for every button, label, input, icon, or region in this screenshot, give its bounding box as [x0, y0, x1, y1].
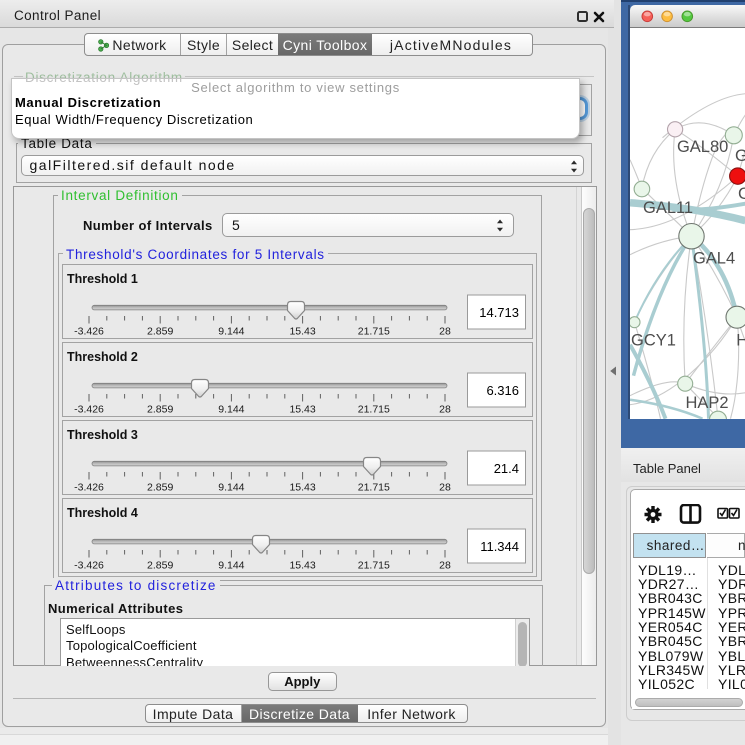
svg-text:GAL4: GAL4 [692, 250, 734, 268]
svg-text:9.144: 9.144 [218, 325, 244, 337]
svg-text:9.144: 9.144 [218, 482, 244, 494]
svg-text:CY: CY [737, 185, 745, 203]
svg-text:GAL: GAL [734, 147, 745, 165]
svg-text:-3.426: -3.426 [74, 482, 104, 494]
svg-text:2.859: 2.859 [147, 482, 173, 494]
svg-text:Threshold 2: Threshold 2 [67, 350, 138, 364]
svg-text:-3.426: -3.426 [74, 403, 104, 415]
svg-text:-3.426: -3.426 [74, 560, 104, 572]
svg-text:GCY1: GCY1 [631, 332, 676, 350]
svg-text:28: 28 [439, 482, 451, 494]
svg-text:GAL80: GAL80 [677, 138, 728, 156]
svg-text:28: 28 [439, 403, 451, 415]
svg-text:9.144: 9.144 [218, 560, 244, 572]
svg-text:HAP2: HAP2 [685, 394, 728, 412]
svg-text:21.715: 21.715 [358, 325, 390, 337]
svg-text:28: 28 [439, 325, 451, 337]
svg-text:14.713: 14.713 [479, 305, 519, 320]
svg-text:21.715: 21.715 [358, 560, 390, 572]
svg-text:HA: HA [736, 332, 745, 350]
svg-text:15.43: 15.43 [289, 403, 315, 415]
svg-text:GAL11: GAL11 [643, 199, 693, 217]
svg-text:2.859: 2.859 [147, 325, 173, 337]
svg-text:11.344: 11.344 [480, 539, 519, 554]
svg-text:21.715: 21.715 [358, 482, 390, 494]
svg-text:2.859: 2.859 [147, 560, 173, 572]
svg-text:Threshold 3: Threshold 3 [67, 428, 138, 442]
svg-text:-3.426: -3.426 [74, 325, 104, 337]
svg-text:2.859: 2.859 [147, 403, 173, 415]
svg-text:6.316: 6.316 [486, 383, 519, 398]
svg-text:15.43: 15.43 [289, 482, 315, 494]
svg-text:Threshold 4: Threshold 4 [67, 506, 138, 520]
svg-text:28: 28 [439, 560, 451, 572]
svg-text:15.43: 15.43 [289, 325, 315, 337]
svg-text:9.144: 9.144 [218, 403, 244, 415]
svg-text:21.4: 21.4 [494, 461, 519, 476]
svg-text:Threshold 1: Threshold 1 [67, 272, 138, 286]
svg-text:21.715: 21.715 [358, 403, 390, 415]
svg-text:15.43: 15.43 [289, 560, 315, 572]
